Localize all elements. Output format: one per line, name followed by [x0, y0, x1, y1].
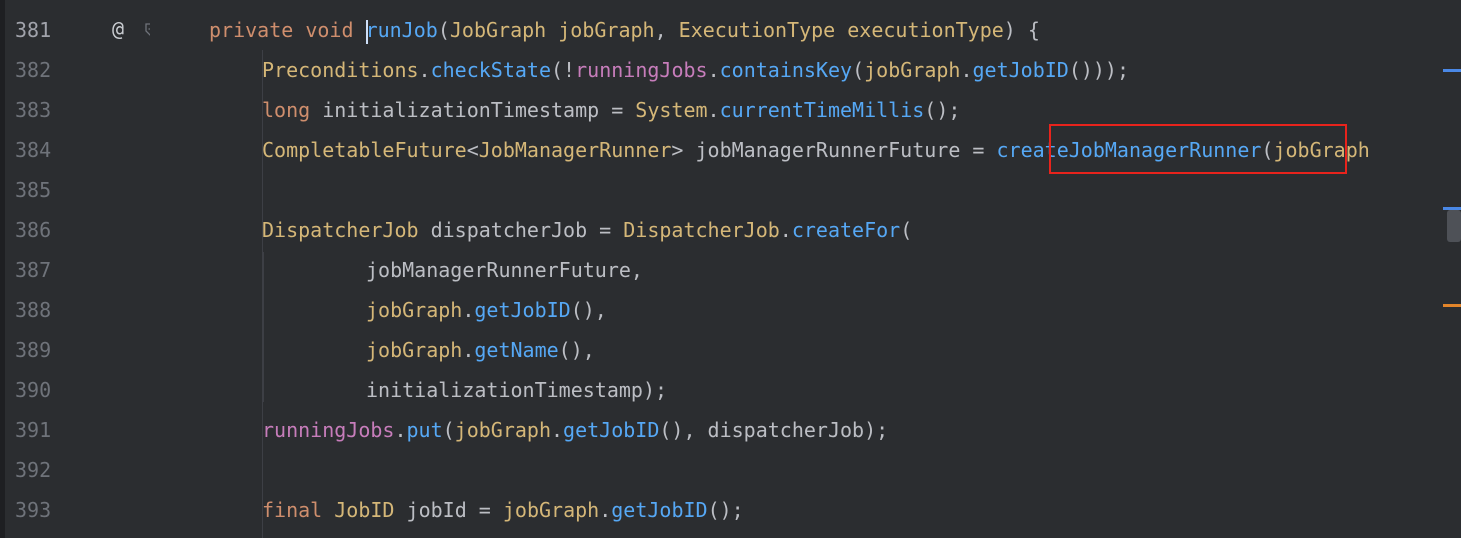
code-line-391: runningJobs.put(jobGraph.getJobID(), dis…: [262, 418, 889, 442]
scrollbar-thumb[interactable]: [1447, 210, 1461, 242]
line-number: 393: [15, 498, 52, 522]
line-number: 390: [15, 378, 52, 402]
override-marker-icon[interactable]: @: [112, 18, 124, 40]
line-number: 389: [15, 338, 52, 362]
indent-guide: [263, 252, 264, 402]
scroll-marker[interactable]: [1443, 69, 1461, 72]
code-editor[interactable]: 381 382 383 384 385 386 387 388 389 390 …: [0, 0, 1461, 538]
code-area[interactable]: private void runJob(JobGraph jobGraph, E…: [150, 0, 1441, 538]
line-number: 383: [15, 98, 52, 122]
line-number: 386: [15, 218, 52, 242]
code-line-388: jobGraph.getJobID(),: [366, 298, 607, 322]
code-line-386: DispatcherJob dispatcherJob = Dispatcher…: [262, 218, 913, 242]
line-number: 387: [15, 258, 52, 282]
editor-gutter[interactable]: 381 382 383 384 385 386 387 388 389 390 …: [5, 0, 157, 538]
scroll-marker-warning[interactable]: [1443, 304, 1461, 307]
highlight-annotation-box: [1049, 124, 1347, 174]
code-line-389: jobGraph.getName(),: [366, 338, 595, 362]
line-number: 385: [15, 178, 52, 202]
line-number: 388: [15, 298, 52, 322]
line-number: 384: [15, 138, 52, 162]
line-number: 381: [15, 18, 52, 42]
code-line-383: long initializationTimestamp = System.cu…: [262, 98, 961, 122]
code-line-381: private void runJob(JobGraph jobGraph, E…: [209, 18, 1040, 44]
code-line-393: final JobID jobId = jobGraph.getJobID();: [262, 498, 744, 522]
vertical-scrollbar[interactable]: [1441, 0, 1461, 538]
code-line-387: jobManagerRunnerFuture,: [366, 258, 643, 282]
line-number: 391: [15, 418, 52, 442]
line-number: 382: [15, 58, 52, 82]
code-line-390: initializationTimestamp);: [366, 378, 668, 402]
line-number: 392: [15, 458, 52, 482]
code-line-382: Preconditions.checkState(!runningJobs.co…: [262, 58, 1130, 82]
